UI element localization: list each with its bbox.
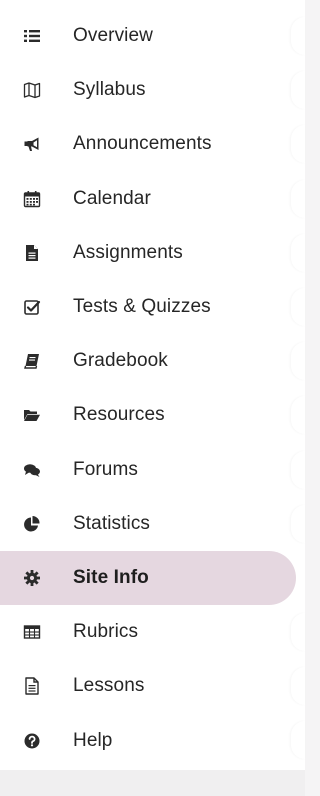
sidebar-item-label: Tests & Quizzes [73,296,211,318]
gear-icon [21,567,43,589]
sidebar-item-label: Announcements [73,133,212,155]
sidebar-item-label: Gradebook [73,350,168,372]
sidebar-item-label: Assignments [73,241,183,263]
sidebar-item-announcements[interactable]: Announcements [0,117,305,171]
sidebar-item-syllabus[interactable]: Syllabus [0,63,305,117]
document-icon [21,242,43,264]
sidebar-item-label: Calendar [73,187,151,209]
sidebar-item-calendar[interactable]: Calendar [0,172,305,226]
sidebar-item-overview[interactable]: Overview [0,9,305,63]
sidebar-item-site-info[interactable]: Site Info [0,550,296,606]
sidebar-item-assignments[interactable]: Assignments [0,226,305,280]
sidebar-item-label: Rubrics [73,621,139,643]
sidebar-footer [0,770,305,796]
sidebar-nav: Overview Syllabus Announcements Calendar [0,9,305,768]
sidebar-item-label: Site Info [73,566,149,588]
list-icon [21,25,43,47]
sidebar-item-label: Lessons [73,675,145,697]
sidebar-item-label: Syllabus [73,79,146,101]
sidebar-item-gradebook[interactable]: Gradebook [0,334,305,388]
map-icon [21,79,43,101]
sidebar-item-lessons[interactable]: Lessons [0,659,305,713]
sidebar-item-label: Help [73,729,113,751]
sidebar-item-resources[interactable]: Resources [0,388,305,442]
book-icon [21,350,43,372]
calendar-icon [21,188,43,210]
sidebar-item-help[interactable]: Help [0,713,305,767]
folder-open-icon [21,404,43,426]
sidebar-item-label: Forums [73,458,138,480]
sidebar-item-label: Statistics [73,512,151,534]
megaphone-icon [21,133,43,155]
question-circle-icon [21,730,43,752]
sidebar-item-rubrics[interactable]: Rubrics [0,605,305,659]
sidebar-item-statistics[interactable]: Statistics [0,497,305,551]
sidebar-item-label: Overview [73,25,153,47]
sidebar-panel: Overview Syllabus Announcements Calendar [0,0,305,770]
sidebar-item-tests-quizzes[interactable]: Tests & Quizzes [0,280,305,334]
checkbox-icon [21,296,43,318]
sidebar-item-forums[interactable]: Forums [0,443,305,497]
table-icon [21,621,43,643]
comments-icon [21,459,43,481]
sidebar-item-label: Resources [73,404,165,426]
pie-chart-icon [21,513,43,535]
file-text-icon [21,675,43,697]
